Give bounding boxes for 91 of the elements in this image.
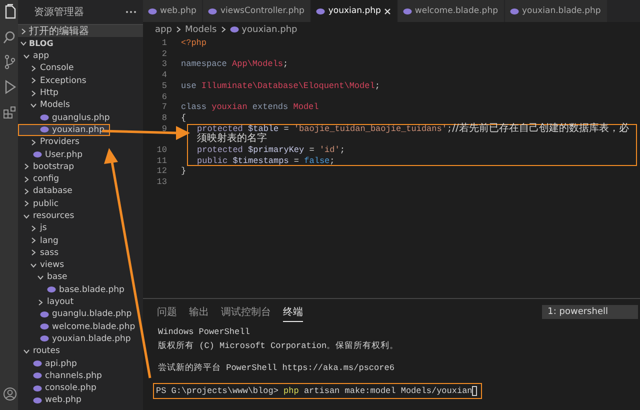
tree-item[interactable]: database xyxy=(18,185,143,198)
tree-item[interactable]: layout xyxy=(18,296,143,308)
code-line: <?php xyxy=(180,38,208,49)
terminal-line: 版权所有 (C) Microsoft Corporation。保留所有权利。 xyxy=(157,340,400,353)
panel-tab[interactable]: 终端 xyxy=(283,302,303,322)
tree-item[interactable]: app xyxy=(18,50,143,62)
editor-tab[interactable]: viewsController.php xyxy=(203,0,312,22)
file-icon xyxy=(510,8,519,14)
tree-root[interactable]: BLOG xyxy=(18,37,143,50)
line-number: 9 xyxy=(160,124,168,136)
tree-item[interactable]: Providers xyxy=(18,136,143,148)
file-icon xyxy=(148,8,157,14)
terminal-line: 尝试新的跨平台 PowerShell https://aka.ms/pscore6 xyxy=(157,362,396,375)
panel-tab[interactable]: 问题 xyxy=(157,302,177,322)
tree-item[interactable]: bootstrap xyxy=(18,160,143,173)
panel-tab[interactable]: 输出 xyxy=(189,302,209,322)
editor-tab[interactable]: web.php xyxy=(143,0,204,22)
tree-root-label: BLOG xyxy=(29,39,54,48)
tree-item[interactable]: Console xyxy=(18,62,143,75)
tree-item[interactable]: guanglus.php xyxy=(18,111,143,124)
tree-item[interactable]: resources xyxy=(18,210,143,222)
editor-tab[interactable]: youxian.blade.php xyxy=(505,0,608,22)
tree-item[interactable]: config xyxy=(18,172,143,186)
chevron-icon xyxy=(30,138,37,146)
tree-item[interactable]: channels.php xyxy=(18,370,143,382)
breadcrumb-item[interactable]: youxian.php xyxy=(242,24,298,34)
chevron-icon xyxy=(37,298,44,306)
close-icon xyxy=(384,8,391,14)
line-number: 11 xyxy=(156,156,168,166)
section-label: 打开的编辑器 xyxy=(29,24,89,38)
file-icon xyxy=(47,286,56,294)
tree-item[interactable]: sass xyxy=(18,246,143,260)
section-header[interactable]: 打开的编辑器 xyxy=(18,24,143,37)
chevron-icon xyxy=(220,26,227,33)
line-number: 12 xyxy=(156,166,168,178)
code-line: protected $table = 'baojie_tuidan_baojie_tuidans';//若先前已存在自己创建的数据库表，必须映射表的名字 xyxy=(196,124,630,146)
breadcrumb-item[interactable]: Models xyxy=(184,24,217,34)
code-line: use Illuminate\Database\Eloquent\Model; xyxy=(180,80,381,92)
terminal-dropdown[interactable]: 1: powershell xyxy=(542,305,638,319)
tree-item[interactable]: console.php xyxy=(18,382,143,394)
terminal-line: Windows PowerShell xyxy=(157,326,251,339)
breadcrumb-item[interactable]: app xyxy=(155,24,172,34)
line-number: 8 xyxy=(160,112,168,124)
file-icon xyxy=(33,151,42,158)
tree-item[interactable]: youxian.php xyxy=(18,124,110,136)
tree-item[interactable]: web.php xyxy=(18,394,143,407)
account-icon[interactable] xyxy=(2,386,16,402)
tree-item[interactable]: js xyxy=(18,222,143,234)
blocks-icon[interactable] xyxy=(2,104,16,120)
tree-item[interactable]: guanglu.blade.php xyxy=(18,308,143,321)
file-icon xyxy=(316,8,326,14)
tree-item[interactable]: base xyxy=(18,271,143,284)
tree-item[interactable]: base.blade.php xyxy=(18,284,143,296)
sidebar-title: 资源管理器 xyxy=(34,6,84,19)
tree-item[interactable]: routes xyxy=(18,345,143,358)
tree-item[interactable]: Exceptions xyxy=(18,74,143,87)
code-line: class youxian extends Model xyxy=(180,102,320,113)
code-line: { xyxy=(180,112,188,124)
more-icon[interactable] xyxy=(125,10,137,14)
tree-item[interactable]: User.php xyxy=(18,148,143,161)
code-line: public $timestamps = false; xyxy=(196,156,336,166)
tree-item[interactable]: views xyxy=(18,259,143,272)
line-number: 4 xyxy=(160,70,168,81)
tree-item[interactable]: youxian.blade.php xyxy=(18,332,143,346)
line-number: 6 xyxy=(160,92,168,102)
line-number: 5 xyxy=(160,80,168,92)
tree-item[interactable]: lang xyxy=(18,234,143,247)
text-cursor xyxy=(472,386,478,396)
code-line: protected $primaryKey = 'id'; xyxy=(196,145,346,156)
file-icon xyxy=(402,8,412,14)
search-icon[interactable] xyxy=(2,29,16,45)
chevron-icon xyxy=(23,348,30,355)
tree-item[interactable]: Http xyxy=(18,86,143,100)
editor-tab[interactable]: welcome.blade.php xyxy=(398,0,505,22)
chevron-icon xyxy=(174,26,182,33)
line-number: 2 xyxy=(160,48,168,60)
line-number: 7 xyxy=(160,102,168,113)
line-number: 3 xyxy=(160,59,168,70)
panel-tab[interactable]: 调试控制台 xyxy=(221,302,271,322)
line-number: 1 xyxy=(160,38,168,49)
tree-item[interactable]: welcome.blade.php xyxy=(18,320,143,333)
code-line: } xyxy=(180,166,188,178)
line-number: 13 xyxy=(156,177,168,188)
line-number: 10 xyxy=(156,145,168,156)
file-icon xyxy=(230,26,239,33)
editor-tab[interactable]: youxian.php xyxy=(311,0,398,22)
file-icon xyxy=(208,8,218,14)
code-line: namespace App\Models; xyxy=(180,59,290,70)
tree-item[interactable]: Models xyxy=(18,99,143,112)
tree-item[interactable]: api.php xyxy=(18,357,143,370)
tree-item[interactable]: public xyxy=(18,198,143,210)
